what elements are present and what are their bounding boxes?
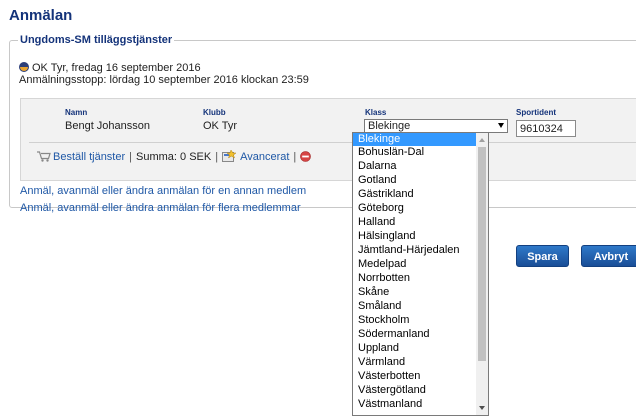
- dropdown-option[interactable]: Södermanland: [353, 328, 477, 341]
- dropdown-option[interactable]: Gästrikland: [353, 188, 477, 201]
- scroll-up-icon[interactable]: [479, 138, 485, 142]
- dropdown-option[interactable]: Gotland: [353, 174, 477, 187]
- dropdown-option[interactable]: Halland: [353, 216, 477, 229]
- multiple-members-link[interactable]: Anmäl, avanmäl eller ändra anmälan för f…: [20, 202, 301, 214]
- dropdown-option[interactable]: Småland: [353, 300, 477, 313]
- scroll-down-icon[interactable]: [479, 406, 485, 410]
- dropdown-option[interactable]: Skåne: [353, 286, 477, 299]
- dropdown-option[interactable]: Jämtland-Härjedalen: [353, 244, 477, 257]
- remove-icon[interactable]: [300, 151, 312, 162]
- scroll-thumb[interactable]: [478, 147, 486, 361]
- class-select-value: Blekinge: [368, 120, 411, 132]
- event-flag-icon: [19, 62, 29, 72]
- divider: [29, 142, 636, 143]
- separator: |: [215, 151, 219, 163]
- services-section: Ungdoms-SM tilläggstjänster OK Tyr, fred…: [9, 33, 636, 214]
- header-klubb: Klubb: [203, 108, 226, 117]
- dropdown-option[interactable]: Värmland: [353, 356, 477, 369]
- dropdown-option[interactable]: Bohuslän-Dal: [353, 146, 477, 159]
- advanced-settings-icon[interactable]: [222, 150, 237, 162]
- deadline-text: Anmälningsstopp: lördag 10 september 201…: [19, 74, 309, 86]
- other-member-link[interactable]: Anmäl, avanmäl eller ändra anmälan för e…: [20, 185, 306, 197]
- dropdown-option[interactable]: Dalarna: [353, 160, 477, 173]
- dropdown-option[interactable]: Stockholm: [353, 314, 477, 327]
- dropdown-option[interactable]: Norrbotten: [353, 272, 477, 285]
- dropdown-option[interactable]: Medelpad: [353, 258, 477, 271]
- class-select[interactable]: Blekinge: [364, 119, 508, 133]
- dropdown-option[interactable]: Blekinge: [353, 133, 477, 146]
- section-legend: Ungdoms-SM tilläggstjänster: [18, 33, 175, 47]
- header-sportident: Sportident: [516, 108, 556, 117]
- sportident-input[interactable]: [516, 120, 576, 137]
- runner-name: Bengt Johansson: [65, 120, 151, 132]
- dropdown-option[interactable]: Uppland: [353, 342, 477, 355]
- dropdown-option[interactable]: Västergötland: [353, 384, 477, 397]
- cart-icon[interactable]: [37, 151, 51, 162]
- dropdown-scrollbar[interactable]: [476, 133, 488, 415]
- separator: |: [129, 151, 133, 163]
- advanced-link[interactable]: Avancerat: [240, 151, 289, 163]
- dropdown-option[interactable]: Västmanland: [353, 398, 477, 411]
- page-title: Anmälan: [9, 7, 73, 24]
- save-button[interactable]: Spara: [516, 245, 569, 267]
- entry-row: Namn Klubb Klass Sportident Bengt Johans…: [20, 98, 636, 181]
- header-namn: Namn: [65, 108, 88, 117]
- actions-row: Beställ tjänster | Summa: 0 SEK | Avancerat…: [37, 150, 312, 164]
- order-services-link[interactable]: Beställ tjänster: [53, 151, 125, 163]
- event-text: OK Tyr, fredag 16 september 2016: [32, 62, 201, 74]
- dropdown-option[interactable]: Hälsingland: [353, 230, 477, 243]
- event-info: OK Tyr, fredag 16 september 2016: [19, 62, 201, 74]
- sum-text: Summa: 0 SEK: [136, 151, 212, 163]
- dropdown-option[interactable]: Göteborg: [353, 202, 477, 215]
- chevron-down-icon[interactable]: [498, 123, 504, 128]
- separator: |: [293, 151, 297, 163]
- header-klass: Klass: [365, 108, 387, 117]
- cancel-button[interactable]: Avbryt: [581, 245, 636, 267]
- class-dropdown-list[interactable]: Blekinge Bohuslän-Dal Dalarna Gotland Gä…: [352, 132, 489, 416]
- runner-club: OK Tyr: [203, 120, 238, 132]
- dropdown-option[interactable]: Västerbotten: [353, 370, 477, 383]
